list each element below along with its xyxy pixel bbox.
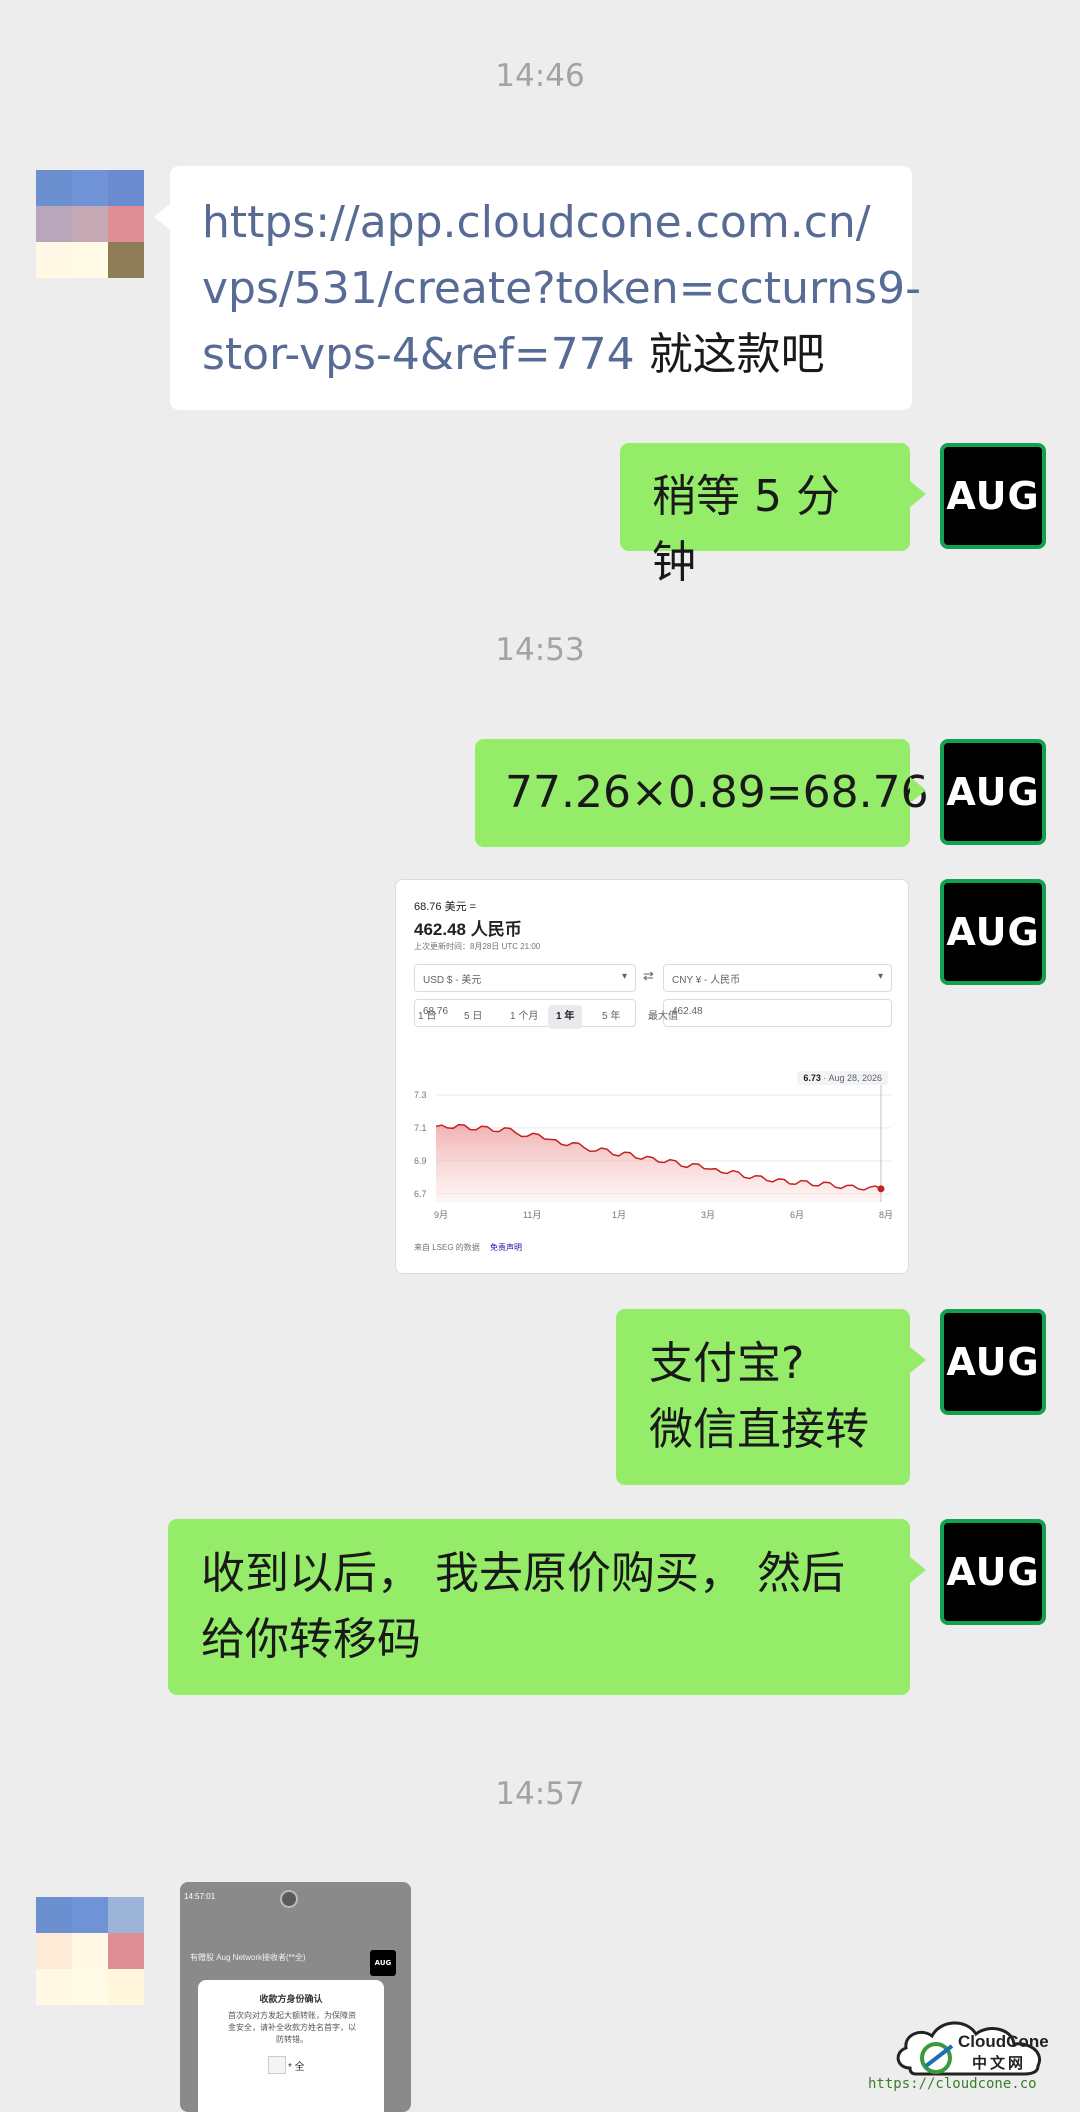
from-currency-select[interactable]: USD $ - 美元 ▾ [414,964,636,992]
series-area [436,1124,881,1202]
name-suffix: * 全 [288,2062,305,2073]
name-input[interactable] [268,2056,286,2074]
dropdown-arrow-icon: ▾ [877,971,883,982]
x-tick-label: 6月 [790,1210,804,1220]
message-text: 支付宝? [649,1338,805,1389]
dropdown-arrow-icon: ▾ [621,971,627,982]
x-tick-label: 9月 [434,1210,448,1220]
cloudcone-watermark: CloudCone 中文网 https://cloudcone.co [868,2016,1060,2092]
y-tick-label: 7.3 [414,1090,427,1100]
x-tick-label: 3月 [701,1210,715,1220]
bubble-tail [910,481,926,507]
watermark-url: https://cloudcone.co [868,2076,1037,2092]
contact-avatar[interactable] [36,1897,144,2005]
disclaimer-link[interactable]: 免责声明 [490,1243,522,1252]
message-calc[interactable]: 77.26×0.89=68.76 [475,739,929,847]
timestamp: 14:53 [495,632,585,668]
x-tick-label: 11月 [523,1210,541,1220]
message-text: 微信直接转 [649,1404,869,1455]
x-tick-label: 8月 [879,1210,893,1220]
message-link-url[interactable]: https://app.cloudcone.com.cn/ [202,197,871,248]
logo-sub: 中文网 [972,2055,1027,2072]
timestamp: 14:46 [495,58,585,94]
self-avatar[interactable]: AUG [940,739,1046,845]
range-tab[interactable]: 1 个月 [502,1005,546,1029]
transfer-recipient: 有赠股 Aug Network接收者(**全) [190,1953,306,1962]
message-text: 就这款吧 [634,329,825,380]
dialog-title: 收款方身份确认 [259,1994,323,2004]
self-avatar[interactable]: AUG [940,443,1046,549]
timestamp: 14:57 [495,1776,585,1812]
bubble-tail [910,1557,926,1583]
data-source: 来自 LSEG 的数据 免责声明 [414,1243,523,1252]
y-tick-label: 6.7 [414,1189,427,1199]
message-text: 给你转移码 [201,1614,421,1665]
contact-avatar[interactable] [36,170,144,278]
message-link[interactable]: https://app.cloudcone.com.cn/ vps/531/cr… [154,166,921,410]
camera-icon [280,1890,298,1908]
range-tab[interactable]: 5 日 [456,1005,490,1029]
x-tick-label: 1月 [612,1210,626,1220]
y-tick-label: 7.1 [414,1123,427,1133]
message-text: 收到以后， 我去原价购买， 然后 [201,1548,845,1599]
dialog-body: 首次向对方发起大额转账，为保障资 金安全，请补全收款方姓名首字，以 防转错。 [228,2011,356,2044]
recipient-avatar: AUG [370,1950,396,1976]
message-pay[interactable]: 支付宝? 微信直接转 [616,1309,926,1485]
currency-converter-image[interactable]: 68.76 美元 = 462.48 人民币 上次更新时间：8月28日 UTC 2… [395,879,909,1274]
update-time: 上次更新时间：8月28日 UTC 21:00 [414,942,541,951]
series-end-point [877,1185,885,1193]
exchange-rate-chart: 7.3 7.1 6.9 6.7 9月 11月 1月 3月 6月 8月 [414,1085,893,1220]
y-tick-label: 6.9 [414,1156,427,1166]
message-link-url[interactable]: stor-vps-4&ref=774 [202,329,635,380]
logo-name: CloudCone [958,2032,1049,2051]
range-tab[interactable]: 5 年 [594,1005,628,1029]
to-value-input[interactable]: 462.48 [663,999,892,1027]
message-link-url[interactable]: vps/531/create?token=ccturns9- [202,263,921,314]
message-buy[interactable]: 收到以后， 我去原价购买， 然后 给你转移码 [168,1519,926,1695]
range-tab[interactable]: 1 日 [410,1005,444,1029]
self-avatar[interactable]: AUG [940,879,1046,985]
bubble-tail [910,777,926,803]
payment-screenshot-image[interactable]: 14:57:01 有赠股 Aug Network接收者(**全) AUG 收款方… [180,1882,411,2112]
range-tab[interactable]: 最大值 [640,1005,686,1029]
to-currency-select[interactable]: CNY ¥ - 人民币 ▾ [663,964,892,992]
message-text: 稍等 5 分钟 [652,471,840,588]
identity-confirm-dialog: 收款方身份确认 首次向对方发起大额转账，为保障资 金安全，请补全收款方姓名首字，… [198,1980,384,2112]
status-bar-time: 14:57:01 [184,1892,216,1901]
range-tab[interactable]: 1 年 [548,1005,583,1029]
bubble-tail [910,1347,926,1373]
swap-icon[interactable]: ⇄ [643,968,654,984]
from-amount: 68.76 美元 = [414,901,477,913]
to-amount: 462.48 人民币 [414,920,522,939]
self-avatar[interactable]: AUG [940,1519,1046,1625]
self-avatar[interactable]: AUG [940,1309,1046,1415]
bubble-tail [154,204,170,230]
message-text: 77.26×0.89=68.76 [505,767,929,818]
message-wait[interactable]: 稍等 5 分钟 [620,443,926,588]
